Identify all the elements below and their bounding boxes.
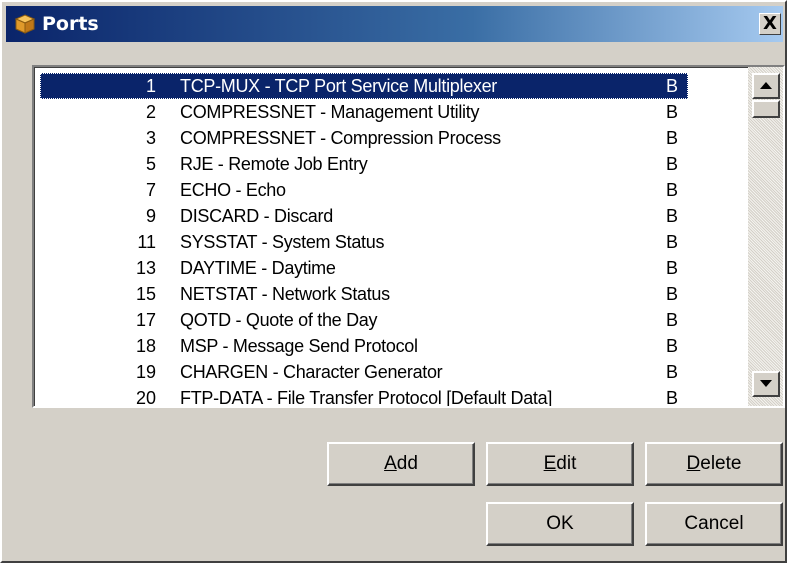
port-number: 11 [137, 232, 156, 252]
package-icon [14, 14, 36, 34]
close-button[interactable]: X [759, 13, 781, 35]
port-name: MSP - Message Send Protocol [180, 336, 418, 356]
port-name: SYSSTAT - System Status [180, 232, 385, 252]
port-protocol: B [666, 362, 679, 382]
list-item[interactable]: 20 FTP-DATA - File Transfer Protocol [Def… [40, 385, 688, 406]
port-number: 13 [135, 258, 156, 278]
scroll-up-button[interactable] [752, 73, 780, 99]
title-bar[interactable]: Ports X [6, 6, 783, 42]
port-name: CHARGEN - Character Generator [180, 362, 443, 382]
port-number: 2 [145, 102, 156, 122]
list-item[interactable]: 1 TCP-MUX - TCP Port Service Multiplexer B [40, 73, 688, 99]
list-item[interactable]: 2 COMPRESSNET - Management Utility B [40, 99, 688, 125]
ports-list[interactable]: 1 TCP-MUX - TCP Port Service Multiplexer B… [32, 65, 785, 408]
cancel-button[interactable]: Cancel [645, 502, 783, 546]
port-number: 7 [145, 180, 156, 200]
port-protocol: B [666, 206, 679, 226]
port-name: RJE - Remote Job Entry [180, 154, 368, 174]
port-name: FTP-DATA - File Transfer Protocol [Defau… [180, 388, 553, 406]
port-protocol: B [666, 310, 679, 330]
scroll-thumb[interactable] [752, 100, 780, 118]
port-name: COMPRESSNET - Management Utility [180, 102, 480, 122]
list-item[interactable]: 13 DAYTIME - Daytime B [40, 255, 688, 281]
port-number: 1 [145, 76, 156, 96]
vertical-scrollbar[interactable] [748, 67, 783, 406]
ports-list-rows: 1 TCP-MUX - TCP Port Service Multiplexer B… [38, 73, 748, 406]
scroll-down-button[interactable] [752, 371, 780, 397]
port-number: 3 [145, 128, 156, 148]
port-number: 15 [135, 284, 156, 304]
list-item[interactable]: 9 DISCARD - Discard B [40, 203, 688, 229]
port-name: ECHO - Echo [180, 180, 286, 200]
port-protocol: B [666, 128, 679, 148]
list-item[interactable]: 5 RJE - Remote Job Entry B [40, 151, 688, 177]
list-item[interactable]: 3 COMPRESSNET - Compression Process B [40, 125, 688, 151]
list-item[interactable]: 15 NETSTAT - Network Status B [40, 281, 688, 307]
port-name: DISCARD - Discard [180, 206, 333, 226]
arrow-up-icon [760, 82, 772, 89]
list-item[interactable]: 19 CHARGEN - Character Generator B [40, 359, 688, 385]
edit-button[interactable]: Edit [486, 442, 634, 486]
port-number: 5 [145, 154, 156, 174]
list-item[interactable]: 18 MSP - Message Send Protocol B [40, 333, 688, 359]
port-protocol: B [666, 232, 679, 252]
port-number: 19 [135, 362, 156, 382]
port-number: 17 [135, 310, 156, 330]
list-item[interactable]: 17 QOTD - Quote of the Day B [40, 307, 688, 333]
list-item[interactable]: 7 ECHO - Echo B [40, 177, 688, 203]
port-name: DAYTIME - Daytime [180, 258, 336, 278]
port-protocol: B [666, 180, 679, 200]
port-number: 18 [135, 336, 156, 356]
ports-dialog: Ports X 1 TCP-MUX - TCP Port Service Mult… [0, 0, 787, 563]
port-name: COMPRESSNET - Compression Process [180, 128, 501, 148]
close-icon: X [763, 13, 777, 34]
port-protocol: B [666, 76, 679, 96]
delete-button[interactable]: Delete [645, 442, 783, 486]
port-name: NETSTAT - Network Status [180, 284, 390, 304]
port-name: TCP-MUX - TCP Port Service Multiplexer [180, 76, 498, 96]
arrow-down-icon [760, 380, 772, 387]
window-title: Ports [42, 13, 99, 35]
port-protocol: B [666, 102, 679, 122]
port-protocol: B [666, 388, 679, 406]
port-protocol: B [666, 336, 679, 356]
ok-button[interactable]: OK [486, 502, 634, 546]
port-number: 20 [135, 388, 156, 406]
port-protocol: B [666, 154, 679, 174]
list-item[interactable]: 11 SYSSTAT - System Status B [40, 229, 688, 255]
port-protocol: B [666, 258, 679, 278]
port-number: 9 [145, 206, 156, 226]
port-protocol: B [666, 284, 679, 304]
port-name: QOTD - Quote of the Day [180, 310, 378, 330]
add-button[interactable]: Add [327, 442, 475, 486]
